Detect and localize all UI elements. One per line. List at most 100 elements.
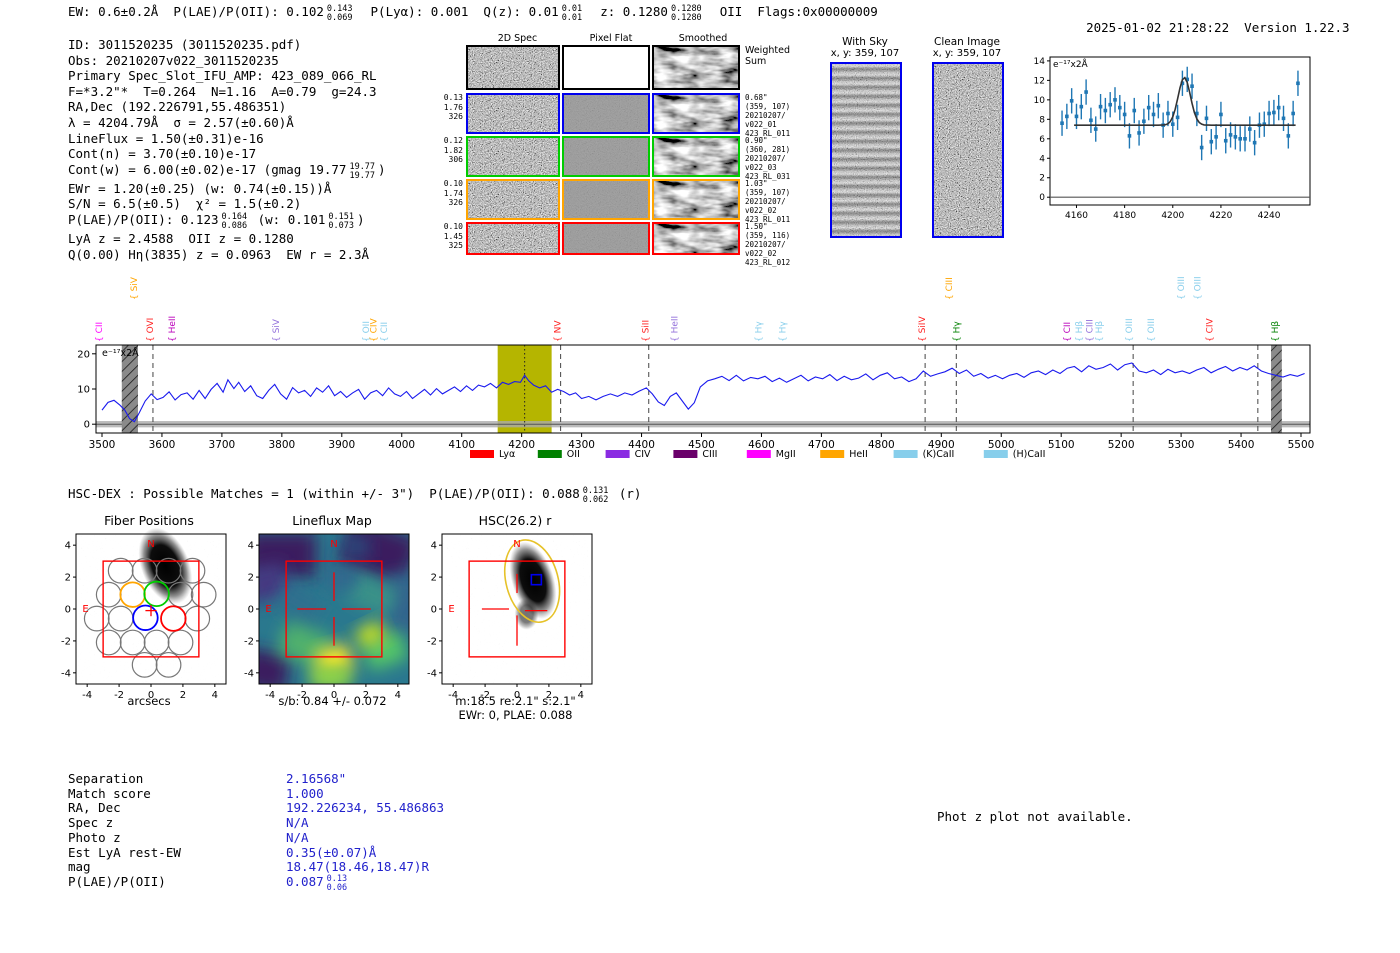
svg-text:8: 8: [1039, 115, 1045, 125]
svg-text:10: 10: [1034, 96, 1046, 106]
with-sky-coords: x, y: 359, 107: [830, 48, 900, 59]
spectral-line-label: { OIII: [1125, 318, 1135, 342]
svg-text:3700: 3700: [209, 439, 236, 451]
spec2d-cell: [562, 136, 650, 177]
spectral-line-label: { NV: [554, 320, 564, 342]
spectral-line-label: { OVI: [146, 318, 156, 342]
spec2d-cell: [652, 136, 740, 177]
svg-text:3500: 3500: [89, 439, 116, 451]
spec2d-row: 0.13 1.76 326 0.68" (359, 107) 20210207/v022_…: [444, 93, 790, 138]
svg-text:-4: -4: [244, 668, 254, 679]
svg-text:4100: 4100: [448, 439, 475, 451]
info-line: Cont(n) = 3.70(±0.10)e-17: [68, 146, 257, 162]
svg-text:4220: 4220: [1209, 211, 1232, 221]
spec2d-row-right-labels: 0.90" (360, 281) 20210207/v022_03 423_RL_03…: [745, 136, 791, 181]
line-fit-plot: 0 2 4 6 8 10 12 14 4160 4180 4200 4220 4240 e⁻¹⁷x2Å: [1034, 56, 1311, 221]
spectral-line-label: { OIII: [1177, 276, 1187, 300]
report-datetime: 2025-01-02 21:28:22: [1086, 20, 1230, 35]
spectral-line-label: { CII: [1063, 322, 1073, 342]
svg-text:4800: 4800: [868, 439, 895, 451]
svg-text:2: 2: [1039, 174, 1045, 184]
match-row-label: RA, Dec: [68, 800, 121, 816]
legend-swatch: [605, 450, 630, 458]
spectral-line-label: { SiIV: [918, 316, 928, 342]
legend-label: Lyα: [499, 449, 515, 460]
info-line: ID: 3011520235 (3011520235.pdf): [68, 37, 302, 52]
match-row-label: Match score: [68, 785, 151, 801]
match-row-value: 2.16568": [286, 771, 347, 786]
match-row-value: 1.000: [286, 785, 324, 801]
svg-text:2: 2: [65, 573, 71, 584]
svg-text:0: 0: [1039, 193, 1045, 203]
info-line: S/N = 6.5(±0.5) χ² = 1.5(±0.2): [68, 196, 302, 212]
spec2d-header-pixelflat: Pixel Flat: [589, 33, 633, 44]
svg-text:0: 0: [65, 605, 71, 616]
lineflux-map-title: Lineflux Map: [292, 513, 372, 528]
svg-text:6: 6: [1039, 135, 1045, 145]
svg-text:0: 0: [84, 420, 90, 431]
hsc-cutout-title: HSC(26.2) r: [478, 513, 552, 528]
info-line: EWr = 1.20(±0.25) (w: 0.74(±0.15))Å: [68, 180, 332, 196]
svg-text:4700: 4700: [808, 439, 835, 451]
summary-header-line: EW: 0.6±0.2Å P(LAE)/P(OII): 0.102 0.143 0.…: [68, 4, 878, 23]
info-line: P(LAE)/P(OII): 0.123 0.164 0.086 (w: 0.101…: [68, 211, 365, 231]
spec2d-header-2dspec: 2D Spec: [497, 33, 538, 44]
spec2d-cell: [466, 136, 560, 177]
info-line: Obs: 20210207v022_3011520235: [68, 52, 279, 68]
svg-text:4: 4: [1039, 154, 1045, 164]
spec2d-cell: [466, 45, 560, 90]
svg-text:5100: 5100: [1048, 439, 1075, 451]
spectral-line-label: { CIV: [1205, 317, 1215, 342]
spectral-line-label: { CIV: [370, 317, 380, 342]
spectral-line-label: { Hβ: [1095, 321, 1105, 342]
legend-label: (K)CaII: [923, 449, 955, 460]
info-line: Cont(w) = 6.00(±0.02)e-17 (gmag 19.77 19.…: [68, 161, 386, 181]
full-spectrum-plot: 010203500 3600 3700 3800 3900 4000 4100 4200 430…: [77, 276, 1314, 460]
svg-text:4000: 4000: [388, 439, 415, 451]
match-row-value: N/A: [286, 815, 309, 831]
east-label: E: [82, 604, 88, 615]
info-line: LineFlux = 1.50(±0.31)e-16: [68, 130, 264, 146]
spec2d-row-left-labels: 0.10 1.74 326: [443, 179, 463, 207]
fiber-positions-title: Fiber Positions: [104, 513, 194, 528]
legend-label: HeII: [849, 449, 868, 460]
spectral-line-label: { SiV: [272, 318, 282, 342]
spec2d-row: 0.10 1.74 326 1.03" (359, 107) 20210207/v022_…: [444, 179, 790, 224]
spec2d-row-right-labels: 1.50" (359, 116) 20210207/v022_02 423_RL_01…: [745, 222, 791, 267]
stacked-uncertainty: 0.1280 0.1280: [670, 4, 702, 23]
spectral-line-label: { SiV: [130, 276, 140, 300]
spectral-line-label: { Hβ: [1271, 321, 1281, 342]
match-table: Separation 2.16568" Match score 1.000 RA, De…: [68, 771, 444, 893]
stacked-uncertainty: 0.143 0.069: [326, 4, 353, 23]
spectral-line-label: { CII: [95, 322, 105, 342]
stacked-uncertainty: 0.13 0.06: [326, 873, 348, 893]
legend-swatch: [983, 450, 1008, 458]
legend-swatch: [746, 450, 771, 458]
lineflux-map-panel: -4-4-2-2002244 NE: [244, 533, 410, 701]
svg-text:-4: -4: [427, 668, 437, 679]
photz-note: Phot z plot not available.: [937, 809, 1133, 824]
svg-text:5300: 5300: [1168, 439, 1195, 451]
svg-text:5200: 5200: [1108, 439, 1135, 451]
svg-text:0: 0: [248, 605, 254, 616]
spectral-line-label: { CII: [380, 322, 390, 342]
lineflux-map-xlabel: s/b: 0.84 +/- 0.072: [278, 694, 387, 708]
spec2d-cell: [466, 222, 560, 255]
spec2d-header-smoothed: Smoothed: [678, 33, 728, 44]
clean-image: [932, 62, 1004, 238]
match-row-label: Separation: [68, 771, 144, 786]
svg-text:4: 4: [431, 541, 437, 552]
legend-swatch: [893, 450, 918, 458]
legend-swatch: [820, 450, 845, 458]
stacked-uncertainty: 0.151 0.073: [328, 211, 354, 231]
svg-text:3800: 3800: [268, 439, 295, 451]
spec2d-row: 0.12 1.82 306 0.90" (360, 281) 20210207/v022_…: [444, 136, 791, 181]
spectral-line-label: { OIII: [1147, 318, 1157, 342]
svg-text:e⁻¹⁷x2Å: e⁻¹⁷x2Å: [1053, 58, 1089, 70]
spectral-line-label: { HeII: [671, 316, 681, 342]
spec2d-cell: [652, 45, 740, 90]
weighted-sum-label: Weighted Sum: [745, 45, 790, 67]
svg-text:4200: 4200: [1161, 211, 1184, 221]
spectral-line-label: { SiII: [642, 320, 652, 342]
east-label: E: [265, 604, 271, 615]
